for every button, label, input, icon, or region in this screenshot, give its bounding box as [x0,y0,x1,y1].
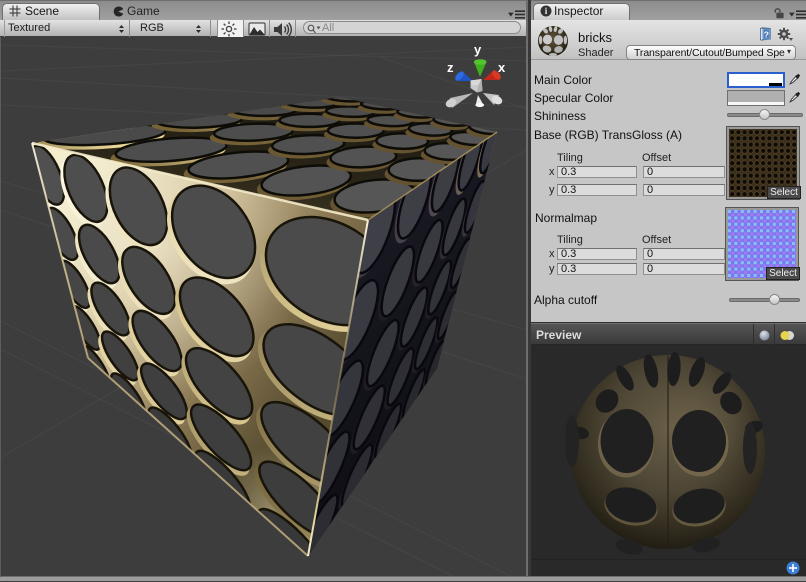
svg-text:z: z [447,60,454,75]
svg-text:x: x [498,60,506,75]
svg-text:y: y [474,42,482,57]
svg-text:?: ? [764,29,769,39]
